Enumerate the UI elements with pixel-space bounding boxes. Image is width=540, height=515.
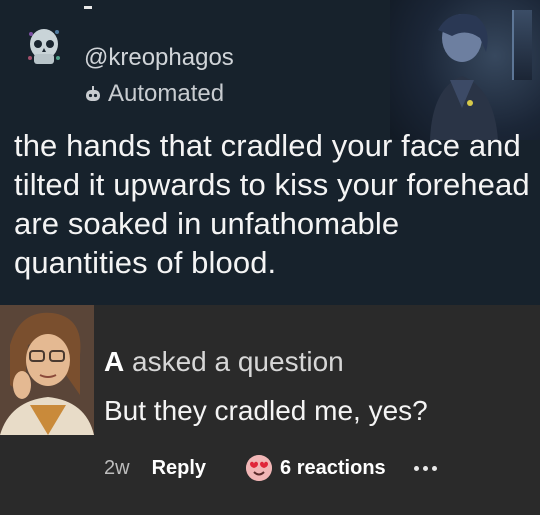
answer-footer: 2w Reply 6 reactions (104, 453, 437, 483)
timestamp: 2w (104, 456, 130, 479)
automated-badge-label: Automated (108, 80, 225, 107)
anime-character-artwork (390, 0, 540, 140)
post-body-text: the hands that cradled your face and til… (14, 128, 530, 280)
reactions-button[interactable]: 6 reactions (246, 455, 386, 481)
asker-avatar[interactable] (0, 305, 94, 435)
automated-badge: Automated (84, 80, 224, 108)
automated-post-card: @kreophagos Automated the hands that cra… (0, 0, 540, 305)
heart-eyes-emoji-icon (246, 455, 273, 481)
drag-handle (84, 6, 92, 9)
asker-line: A asked a question (104, 346, 344, 378)
reply-button[interactable]: Reply (152, 457, 206, 480)
reactions-count: 6 reactions (280, 456, 386, 479)
post-author-handle[interactable]: @kreophagos (84, 44, 234, 72)
robot-icon (86, 86, 100, 101)
question-text: But they cradled me, yes? (104, 395, 428, 426)
asker-name[interactable]: A (104, 346, 124, 377)
skull-avatar-icon[interactable] (22, 24, 66, 68)
ellipsis-icon[interactable] (413, 465, 437, 471)
asker-suffix: asked a question (124, 346, 344, 377)
